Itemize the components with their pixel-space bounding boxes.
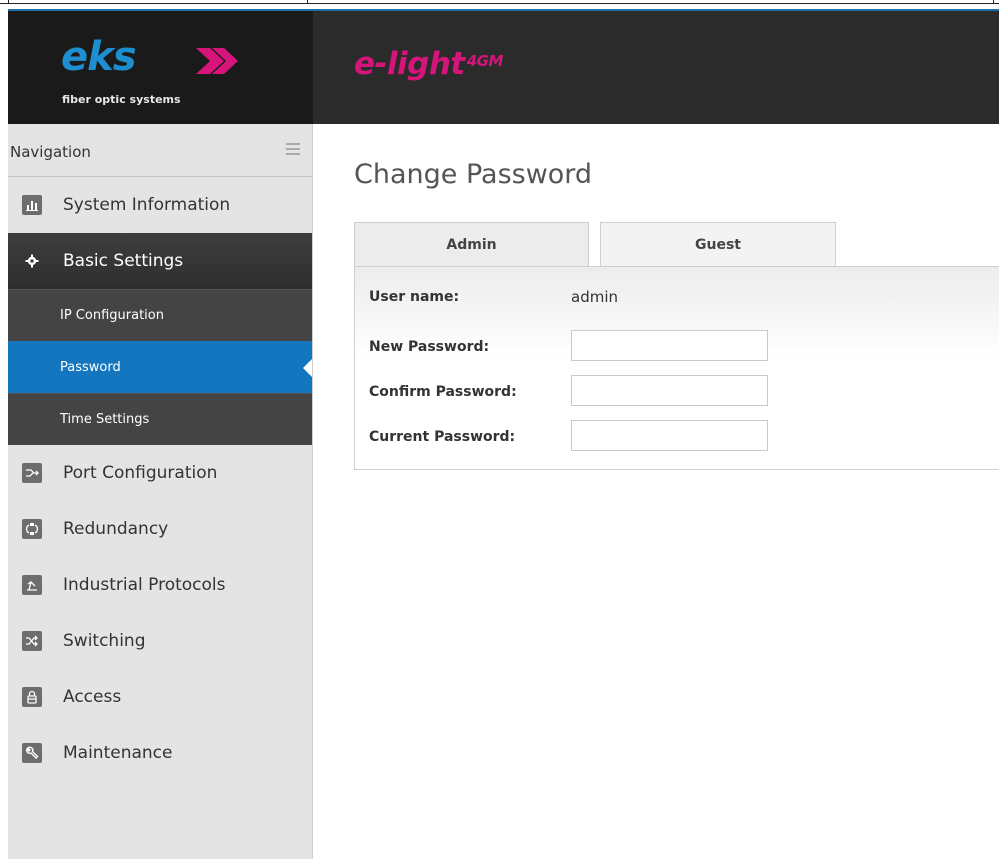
sidebar-item-industrial-protocols[interactable]: Industrial Protocols <box>8 557 312 613</box>
sidebar-subitem-label: Time Settings <box>60 412 150 427</box>
new-password-label: New Password: <box>369 339 490 355</box>
sidebar-subitem-label: Password <box>60 360 121 375</box>
sidebar-item-basic-settings[interactable]: Basic Settings <box>8 233 312 289</box>
logo-tagline: fiber optic systems <box>62 93 181 106</box>
password-form-panel: User name: admin New Password: Confirm P… <box>354 266 999 470</box>
gear-icon <box>22 251 42 271</box>
new-password-field[interactable] <box>571 330 768 361</box>
product-suffix: 4GM <box>466 52 504 70</box>
industrial-protocols-icon <box>22 575 42 595</box>
hamburger-menu-icon[interactable] <box>286 143 300 157</box>
page-title: Change Password <box>354 159 593 190</box>
navigation-title: Navigation <box>10 143 91 161</box>
logo-arrows-icon <box>196 48 238 74</box>
product-name: e-light 4GM <box>354 47 503 81</box>
sidebar-item-label: Industrial Protocols <box>63 575 226 595</box>
sidebar-item-port-configuration[interactable]: Port Configuration <box>8 445 312 501</box>
top-rule-tick <box>993 0 994 4</box>
tab-admin[interactable]: Admin <box>354 222 589 267</box>
sidebar-item-label: Basic Settings <box>63 251 184 271</box>
sidebar-item-label: Redundancy <box>63 519 169 539</box>
product-name-text: e-light <box>354 46 465 82</box>
sidebar-subitem-password[interactable]: Password <box>8 341 312 393</box>
sidebar-item-redundancy[interactable]: Redundancy <box>8 501 312 557</box>
user-name-value: admin <box>571 288 618 306</box>
sidebar-item-system-information[interactable]: System Information <box>8 177 312 233</box>
sidebar-item-label: Port Configuration <box>63 463 218 483</box>
tab-guest[interactable]: Guest <box>600 222 836 266</box>
sidebar-item-maintenance[interactable]: Maintenance <box>8 725 312 781</box>
sidebar-item-label: System Information <box>63 195 231 215</box>
sidebar-item-label: Access <box>63 687 122 707</box>
confirm-password-label: Confirm Password: <box>369 384 517 400</box>
current-password-field[interactable] <box>571 420 768 451</box>
password-tabs: Admin Guest <box>354 222 999 267</box>
sidebar-subitem-time-settings[interactable]: Time Settings <box>8 393 312 445</box>
sidebar-item-label: Maintenance <box>63 743 173 763</box>
sidebar-item-access[interactable]: Access <box>8 669 312 725</box>
navigation-header: Navigation <box>8 124 312 177</box>
lock-icon <box>22 687 42 707</box>
sidebar: Navigation System Information Basic Sett… <box>8 124 313 859</box>
top-rule-tick <box>8 0 9 4</box>
port-config-icon <box>22 463 42 483</box>
logo-text: eks <box>61 34 137 80</box>
brand-logo[interactable]: eks fiber optic systems <box>8 11 313 124</box>
top-rule-tick <box>307 0 308 4</box>
sidebar-subitem-label: IP Configuration <box>60 308 164 323</box>
sidebar-item-label: Switching <box>63 631 146 651</box>
app-header: eks fiber optic systems e-light 4GM <box>8 9 999 124</box>
sidebar-item-switching[interactable]: Switching <box>8 613 312 669</box>
sidebar-subitem-ip-configuration[interactable]: IP Configuration <box>8 289 312 341</box>
top-rule-line <box>0 3 999 4</box>
bar-chart-icon <box>22 195 42 215</box>
switching-icon <box>22 631 42 651</box>
user-name-label: User name: <box>369 289 460 305</box>
confirm-password-field[interactable] <box>571 375 768 406</box>
top-rule <box>0 0 999 9</box>
selected-pointer <box>303 359 312 377</box>
wrench-icon <box>22 743 42 763</box>
current-password-label: Current Password: <box>369 429 516 445</box>
redundancy-icon <box>22 519 42 539</box>
